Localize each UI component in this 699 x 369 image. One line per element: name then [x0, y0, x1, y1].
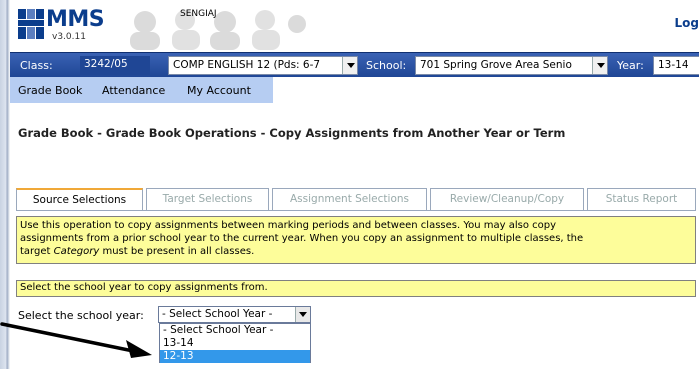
year-select-value: 13-14	[658, 59, 689, 71]
school-year-dropdown-list: - Select School Year - 13-14 12-13	[159, 323, 311, 363]
annotation-arrow-icon	[0, 322, 152, 358]
info-line-1: Use this operation to copy assignments b…	[20, 220, 557, 231]
school-year-option[interactable]: 13-14	[160, 337, 310, 350]
chevron-down-icon[interactable]	[342, 57, 357, 74]
menu-item-grade-book[interactable]: Grade Book	[18, 84, 82, 97]
main-menu-bar: Grade Book Attendance My Account	[10, 77, 273, 103]
tab-review-cleanup-copy[interactable]: Review/Cleanup/Copy	[430, 188, 584, 210]
page-title: Grade Book - Grade Book Operations - Cop…	[18, 126, 566, 140]
user-name: SENGIAJ	[180, 9, 217, 19]
tab-target-selections[interactable]: Target Selections	[146, 188, 269, 210]
wizard-tabs: Source Selections Target Selections Assi…	[16, 188, 696, 210]
school-select[interactable]: 701 Spring Grove Area Senio	[415, 56, 608, 75]
info-line-2: assignments from a prior school year to …	[20, 233, 584, 244]
class-label: Class:	[20, 59, 53, 72]
course-select[interactable]: COMP ENGLISH 12 (Pds: 6-7	[168, 56, 358, 75]
menu-item-my-account[interactable]: My Account	[187, 84, 251, 97]
school-year-select-value: - Select School Year -	[162, 308, 273, 320]
class-section-value: 3242/05	[80, 56, 150, 75]
app-name: MMS	[46, 7, 105, 32]
school-label: School:	[366, 59, 407, 72]
logout-link[interactable]: Log	[675, 16, 699, 30]
instruction-box: Select the school year to copy assignmen…	[16, 280, 696, 297]
info-line-3: target Category must be present in all c…	[20, 246, 255, 257]
app-header: MMS v3.0.11 SENGIAJ Log	[10, 0, 699, 52]
tab-assignment-selections[interactable]: Assignment Selections	[272, 188, 427, 210]
year-select[interactable]: 13-14	[653, 56, 699, 75]
app-version: v3.0.11	[52, 32, 86, 42]
school-year-select[interactable]: - Select School Year -	[158, 306, 311, 323]
menu-item-attendance[interactable]: Attendance	[102, 84, 165, 97]
operation-info-box: Use this operation to copy assignments b…	[16, 216, 696, 264]
chevron-down-icon[interactable]	[592, 57, 607, 74]
class-selection-bar: Class: 3242/05 COMP ENGLISH 12 (Pds: 6-7…	[10, 52, 699, 77]
tab-status-report[interactable]: Status Report	[587, 188, 696, 210]
school-year-option-highlighted[interactable]: 12-13	[160, 350, 310, 363]
tab-source-selections[interactable]: Source Selections	[16, 188, 143, 210]
chevron-down-icon[interactable]	[295, 307, 310, 322]
mms-logo-icon	[18, 9, 44, 41]
course-select-value: COMP ENGLISH 12 (Pds: 6-7	[173, 59, 321, 71]
school-select-value: 701 Spring Grove Area Senio	[420, 59, 572, 71]
tab-underline	[16, 210, 696, 211]
year-label: Year:	[617, 59, 644, 72]
window-left-edge	[0, 0, 10, 369]
school-year-option[interactable]: - Select School Year -	[160, 324, 310, 337]
